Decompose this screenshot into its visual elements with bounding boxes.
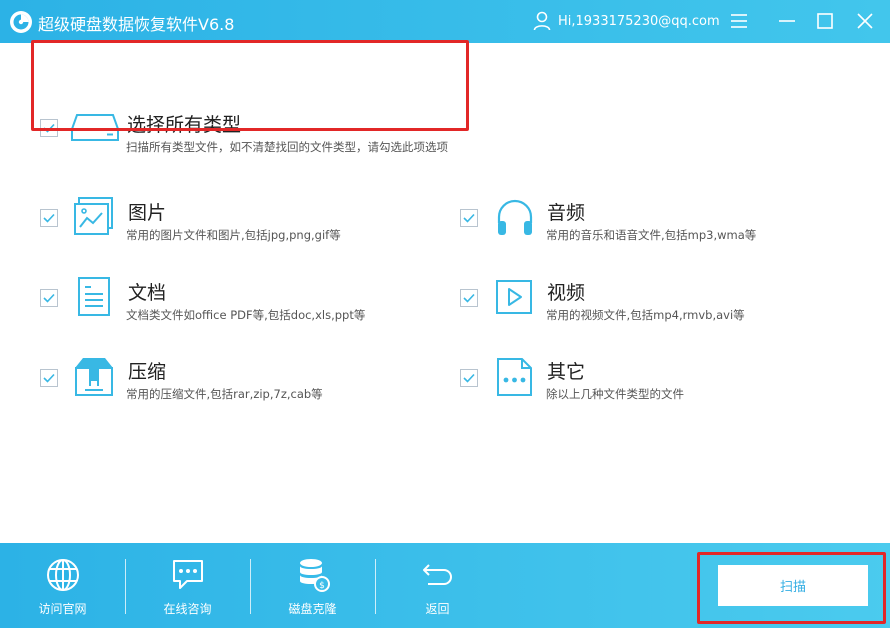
minimize-icon[interactable] xyxy=(776,10,798,32)
check-icon xyxy=(463,213,475,223)
menu-icon[interactable] xyxy=(728,10,750,32)
svg-text:$: $ xyxy=(319,581,325,591)
type-title-video: 视频 xyxy=(547,282,586,304)
checkbox-archive[interactable] xyxy=(40,369,58,387)
check-icon xyxy=(463,293,475,303)
app-logo-icon xyxy=(10,11,32,33)
type-title-image: 图片 xyxy=(128,202,167,224)
disk-clone-button[interactable]: $ 磁盘克隆 xyxy=(250,543,375,628)
disk-clone-label: 磁盘克隆 xyxy=(288,602,337,616)
other-file-icon xyxy=(497,358,532,396)
check-icon xyxy=(43,213,55,223)
maximize-icon[interactable] xyxy=(814,10,836,32)
type-desc-image: 常用的图片文件和图片,包括jpg,png,gif等 xyxy=(126,228,341,242)
type-title-archive: 压缩 xyxy=(128,361,167,383)
return-arrow-icon xyxy=(422,564,452,585)
video-play-icon xyxy=(496,280,532,314)
user-email[interactable]: Hi,1933175230@qq.com xyxy=(558,14,720,29)
type-title-other: 其它 xyxy=(547,361,586,383)
type-title-doc: 文档 xyxy=(128,282,167,304)
checkbox-doc[interactable] xyxy=(40,289,58,307)
type-desc-other: 除以上几种文件类型的文件 xyxy=(546,387,684,401)
visit-website-button[interactable]: 访问官网 xyxy=(0,543,125,628)
checkbox-image[interactable] xyxy=(40,209,58,227)
online-consult-label: 在线咨询 xyxy=(163,602,212,616)
globe-icon xyxy=(46,559,79,591)
close-icon[interactable] xyxy=(854,10,876,32)
archive-icon xyxy=(75,358,113,396)
image-icon xyxy=(74,197,113,235)
back-button[interactable]: 返回 xyxy=(375,543,500,628)
checkbox-other[interactable] xyxy=(460,369,478,387)
checkbox-audio[interactable] xyxy=(460,209,478,227)
select-all-highlight xyxy=(31,40,469,131)
visit-website-label: 访问官网 xyxy=(38,602,87,616)
check-icon xyxy=(463,373,475,383)
type-desc-audio: 常用的音乐和语音文件,包括mp3,wma等 xyxy=(546,228,757,242)
scan-button[interactable]: 扫描 xyxy=(718,565,868,606)
database-icon: $ xyxy=(299,559,330,592)
user-icon[interactable] xyxy=(533,11,551,31)
type-desc-video: 常用的视频文件,包括mp4,rmvb,avi等 xyxy=(546,308,745,322)
chat-icon xyxy=(172,560,203,589)
checkbox-video[interactable] xyxy=(460,289,478,307)
online-consult-button[interactable]: 在线咨询 xyxy=(125,543,250,628)
check-icon xyxy=(43,373,55,383)
type-title-audio: 音频 xyxy=(547,202,586,224)
type-desc-all: 扫描所有类型文件，如不清楚找回的文件类型，请勾选此项选项 xyxy=(126,140,448,154)
type-desc-archive: 常用的压缩文件,包括rar,zip,7z,cab等 xyxy=(126,387,323,401)
check-icon xyxy=(43,293,55,303)
type-desc-doc: 文档类文件如office PDF等,包括doc,xls,ppt等 xyxy=(126,308,366,322)
app-title: 超级硬盘数据恢复软件V6.8 xyxy=(38,15,235,34)
document-icon xyxy=(78,277,110,316)
title-bar: 超级硬盘数据恢复软件V6.8 Hi,1933175230@qq.com xyxy=(0,0,890,43)
headphones-icon xyxy=(497,199,533,235)
back-label: 返回 xyxy=(425,602,450,616)
